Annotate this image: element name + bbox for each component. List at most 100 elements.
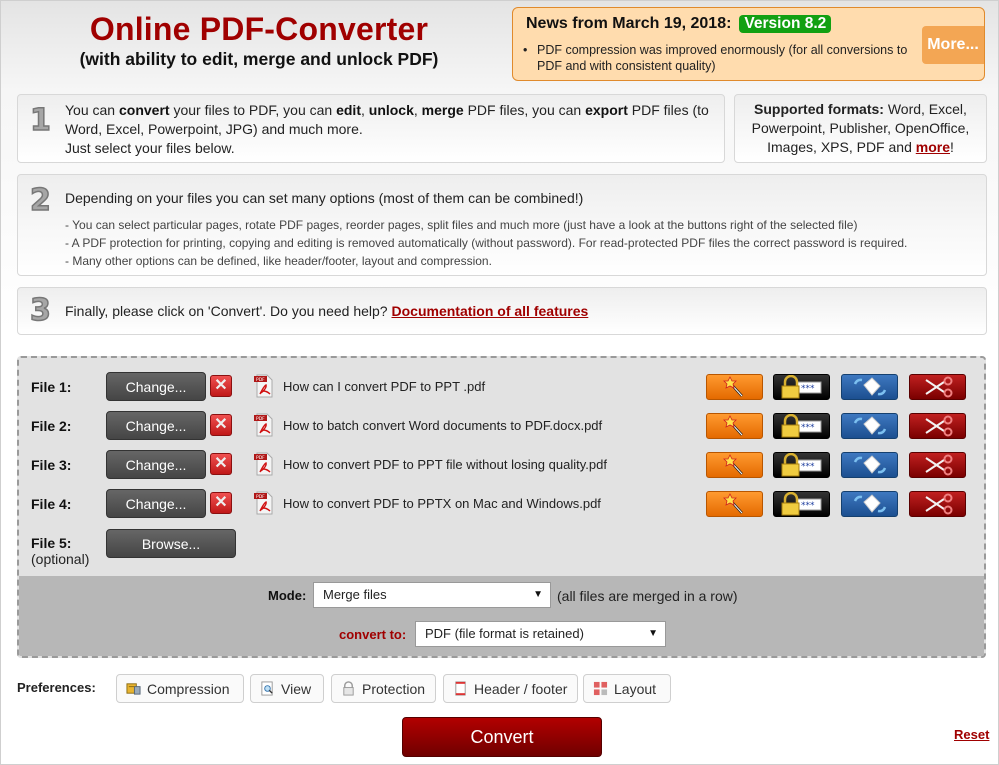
magic-wand-icon	[722, 493, 743, 514]
svg-text:PDF: PDF	[256, 494, 265, 500]
split-file-button[interactable]	[909, 374, 966, 400]
file-name: How to convert PDF to PPTX on Mac and Wi…	[283, 496, 601, 511]
split-file-button[interactable]	[909, 452, 966, 478]
rotate-file-button[interactable]	[841, 374, 898, 400]
remove-file-button[interactable]: ✕	[210, 375, 232, 397]
step-3-text: Finally, please click on 'Convert'. Do y…	[65, 302, 588, 321]
protection-button[interactable]: Protection	[331, 674, 436, 703]
step-2-details: - You can select particular pages, rotat…	[65, 216, 907, 270]
lock-password-icon: ***	[781, 414, 821, 438]
edit-file-button[interactable]	[706, 413, 763, 439]
scissors-icon	[924, 376, 952, 398]
view-button[interactable]: View	[250, 674, 324, 703]
file-row-4: File 4: Change... ✕ PDF How to convert P…	[19, 488, 984, 520]
supported-formats-panel: Supported formats: Word, Excel, Powerpoi…	[734, 94, 987, 163]
rotate-page-icon	[853, 455, 886, 474]
step-1-text-fragment: your files to PDF, you can	[169, 102, 337, 118]
documentation-link[interactable]: Documentation of all features	[392, 303, 589, 319]
change-file-button[interactable]: Change...	[106, 372, 206, 401]
change-file-button[interactable]: Change...	[106, 450, 206, 479]
mode-select[interactable]: Merge files ▼	[313, 582, 551, 608]
file-5-label: File 5: (optional)	[31, 535, 89, 567]
view-label: View	[281, 680, 312, 697]
rotate-file-button[interactable]	[841, 452, 898, 478]
unlock-file-button[interactable]: ***	[773, 452, 830, 478]
remove-file-button[interactable]: ✕	[210, 453, 232, 475]
step-1-keyword: unlock	[368, 102, 414, 118]
file-name: How to convert PDF to PPT file without l…	[283, 457, 607, 472]
step-1-keyword: convert	[118, 102, 170, 118]
dropdown-arrow-icon: ▼	[648, 628, 658, 639]
rotate-page-icon	[853, 494, 886, 513]
step-3-panel: 3 Finally, please click on 'Convert'. Do…	[17, 287, 987, 335]
layout-grid-icon	[593, 681, 608, 696]
scissors-icon	[924, 415, 952, 437]
convert-to-selected-value: PDF (file format is retained)	[425, 626, 584, 641]
split-file-button[interactable]	[909, 413, 966, 439]
step-2-detail: - Many other options can be defined, lik…	[65, 254, 492, 268]
step-2-detail: - A PDF protection for printing, copying…	[65, 236, 908, 250]
svg-text:PDF: PDF	[256, 377, 265, 383]
news-heading: News from March 19, 2018: Version 8.2	[526, 15, 832, 33]
compression-icon	[126, 683, 141, 695]
scissors-icon	[924, 493, 952, 515]
file-row-3: File 3: Change... ✕ PDF How to convert P…	[19, 449, 984, 481]
edit-file-button[interactable]	[706, 452, 763, 478]
layout-label: Layout	[614, 680, 657, 697]
convert-button[interactable]: Convert	[402, 717, 602, 757]
compression-label: Compression	[147, 680, 230, 697]
svg-text:***: ***	[801, 501, 815, 511]
step-1-keyword: merge	[421, 102, 464, 118]
unlock-file-button[interactable]: ***	[773, 491, 830, 517]
step-2-text: Depending on your files you can set many…	[65, 190, 584, 206]
remove-file-button[interactable]: ✕	[210, 492, 232, 514]
more-news-button[interactable]: More...	[922, 26, 984, 64]
split-file-button[interactable]	[909, 491, 966, 517]
convert-to-select[interactable]: PDF (file format is retained) ▼	[415, 621, 666, 647]
compression-button[interactable]: Compression	[116, 674, 244, 703]
rotate-file-button[interactable]	[841, 413, 898, 439]
reset-link[interactable]: Reset	[954, 727, 989, 742]
pdf-file-icon: PDF	[254, 413, 273, 437]
supported-formats-text: Supported formats: Word, Excel, Powerpoi…	[743, 100, 978, 157]
file-row-5: File 5: (optional) Browse...	[19, 528, 984, 567]
step-1-keyword: edit	[336, 102, 361, 118]
edit-file-button[interactable]	[706, 374, 763, 400]
edit-file-button[interactable]	[706, 491, 763, 517]
news-list: • PDF compression was improved enormousl…	[523, 42, 915, 74]
lock-password-icon: ***	[781, 492, 821, 516]
file-label: File 2:	[31, 418, 72, 434]
padlock-icon	[343, 681, 354, 696]
change-file-button[interactable]: Change...	[106, 489, 206, 518]
header-footer-label: Header / footer	[474, 680, 568, 697]
news-box: News from March 19, 2018: Version 8.2 • P…	[512, 7, 985, 81]
page-subtitle: (with ability to edit, merge and unlock …	[79, 49, 439, 69]
header: Online PDF-Converter (with ability to ed…	[0, 10, 518, 70]
unlock-file-button[interactable]: ***	[773, 374, 830, 400]
preferences-label: Preferences:	[17, 680, 96, 695]
supported-formats-label: Supported formats:	[754, 101, 884, 117]
file-label: File 1:	[31, 379, 72, 395]
browse-button[interactable]: Browse...	[106, 529, 236, 558]
mode-label: Mode:	[268, 588, 307, 603]
unlock-file-button[interactable]: ***	[773, 413, 830, 439]
remove-file-button[interactable]: ✕	[210, 414, 232, 436]
svg-text:***: ***	[801, 462, 815, 472]
step-1-text-fragment: ,	[413, 102, 422, 118]
change-file-button[interactable]: Change...	[106, 411, 206, 440]
protection-label: Protection	[362, 680, 426, 697]
magic-wand-icon	[722, 376, 743, 397]
header-footer-button[interactable]: Header / footer	[443, 674, 578, 703]
version-badge: Version 8.2	[739, 15, 832, 33]
file-name: How to batch convert Word documents to P…	[283, 418, 603, 433]
layout-button[interactable]: Layout	[583, 674, 671, 703]
more-formats-link[interactable]: more	[916, 139, 950, 155]
rotate-page-icon	[853, 377, 886, 396]
rotate-page-icon	[853, 416, 886, 435]
rotate-file-button[interactable]	[841, 491, 898, 517]
page-title: Online PDF-Converter	[89, 11, 429, 47]
file-label: File 4:	[31, 496, 72, 512]
file-row-1: File 1: Change... ✕ PDF How can I conver…	[19, 371, 984, 403]
view-magnifier-icon	[261, 681, 273, 696]
step-1-text: You can convert your files to PDF, you c…	[65, 101, 715, 158]
